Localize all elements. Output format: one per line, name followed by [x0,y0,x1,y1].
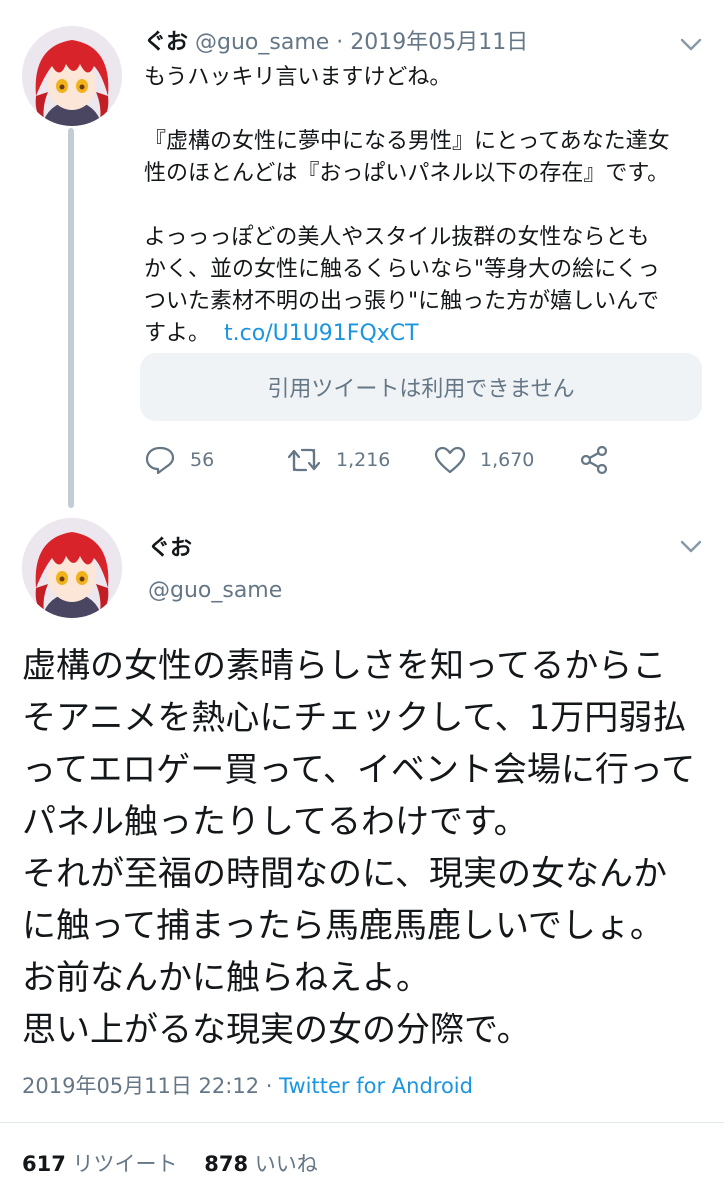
reply-icon [144,445,176,475]
tweet-source[interactable]: Twitter for Android [279,1074,473,1098]
tweet-line: そアニメを熱心にチェックして、1万円弱払 [22,698,687,738]
tweet-line: すよ。 t.co/U1U91FQxCT [144,318,684,350]
tweet-stats: 617 リツイート 878 いいね [22,1148,318,1178]
chevron-down-icon[interactable] [676,30,706,60]
tweet-line: もうハッキリ言いますけどね。 [144,65,452,90]
like-count: 1,670 [480,449,535,471]
divider [0,1122,724,1123]
tweet-text: もうハッキリ言いますけどね。 『虚構の女性に夢中になる男性』にとってあなた達女 … [144,62,684,350]
retweet-stat-label: リツイート [72,1152,178,1176]
retweet-button[interactable]: 1,216 [286,442,390,478]
like-button[interactable]: 1,670 [434,442,534,478]
tweet-link[interactable]: t.co/U1U91FQxCT [224,321,419,346]
like-stat-label: いいね [254,1152,318,1176]
tweet-timestamp-line: 2019年05月11日 22:12 · Twitter for Android [22,1070,473,1100]
separator: · [336,30,344,55]
retweet-stat[interactable]: 617 リツイート [22,1152,178,1176]
tweet-line: 虚構の女性の素晴らしさを知ってるからこ [22,646,667,686]
tweet-header: ぐお @guo_same · 2019年05月11日 [144,28,528,58]
tweet-line: お前なんかに触らねえよ。 [22,958,430,998]
tweet-line: かく、並の女性に触るくらいなら"等身大の絵にくっ [144,257,660,282]
tweet-line: に触って捕まったら馬鹿馬鹿しいでしょ。 [22,906,664,946]
handle[interactable]: @guo_same [195,30,329,55]
tweet-line: 思い上がるな現実の女の分際で。 [22,1010,531,1050]
like-stat[interactable]: 878 いいね [204,1152,318,1176]
retweet-stat-count: 617 [22,1152,66,1176]
display-name[interactable]: ぐお [148,530,192,562]
tweet-line: パネル触ったりしてるわけです。 [22,802,528,842]
quote-unavailable-text: 引用ツイートは利用できません [267,377,575,402]
like-stat-count: 878 [204,1152,249,1176]
tweet-line: 性のほとんどは『おっぱいパネル以下の存在』です。 [144,161,670,186]
heart-icon [434,446,466,474]
thread-line [68,128,74,508]
tweet-line-text: すよ。 [144,321,211,346]
retweet-count: 1,216 [336,449,391,471]
retweet-icon [286,446,322,474]
tweet-timestamp[interactable]: 2019年05月11日 22:12 [22,1074,259,1098]
reply-button[interactable]: 56 [144,442,214,478]
tweet-line: それが至福の時間なのに、現実の女なんか [22,854,667,894]
avatar[interactable] [22,26,122,126]
tweet-line: ってエロゲー買って、イベント会場に行って [22,750,696,790]
share-button[interactable] [578,442,610,478]
tweet-line: よっっっぽどの美人やスタイル抜群の女性ならとも [144,225,650,250]
share-icon [578,444,610,476]
reply-count: 56 [190,449,215,471]
handle[interactable]: @guo_same [148,578,282,603]
separator: · [265,1074,273,1098]
display-name[interactable]: ぐお [144,30,188,55]
chevron-down-icon[interactable] [676,532,706,562]
tweet-date[interactable]: 2019年05月11日 [350,30,528,55]
tweet-line: 『虚構の女性に夢中になる男性』にとってあなた達女 [144,129,670,154]
quote-unavailable-box: 引用ツイートは利用できません [140,353,702,421]
tweet-text: 虚構の女性の素晴らしさを知ってるからこ そアニメを熱心にチェックして、1万円弱払… [22,640,712,1056]
avatar[interactable] [22,518,122,618]
tweet-line: ついた素材不明の出っ張り"に触った方が嬉しいんで [144,289,660,314]
